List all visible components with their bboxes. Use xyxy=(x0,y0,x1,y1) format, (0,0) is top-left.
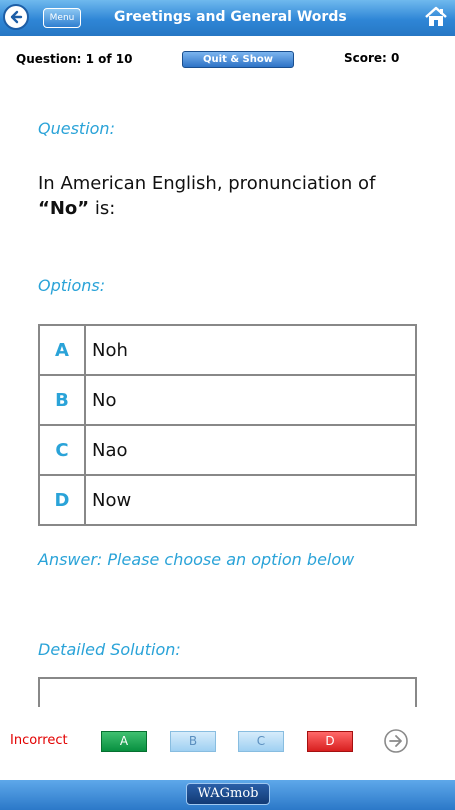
option-row-c[interactable]: C Nao xyxy=(38,424,417,476)
option-text: Nao xyxy=(84,424,417,476)
option-row-b[interactable]: B No xyxy=(38,374,417,426)
option-letter: B xyxy=(38,374,86,426)
answer-prompt: Answer: Please choose an option below xyxy=(38,550,355,569)
back-button[interactable] xyxy=(3,4,29,30)
answer-button-b[interactable]: B xyxy=(170,731,216,752)
footer-bar: WAGmob xyxy=(0,780,455,810)
back-arrow-icon xyxy=(10,10,23,24)
option-letter: D xyxy=(38,474,86,526)
question-counter: Question: 1 of 10 xyxy=(16,52,133,66)
next-arrow-icon[interactable] xyxy=(383,728,409,754)
option-row-a[interactable]: A Noh xyxy=(38,324,417,376)
option-text: No xyxy=(84,374,417,426)
quit-show-report-button[interactable]: Quit & Show Report xyxy=(182,51,294,80)
option-letter: A xyxy=(38,324,86,376)
quiz-info-row: Question: 1 of 10 Quit & Show Report Sco… xyxy=(0,51,455,80)
answer-button-d[interactable]: D xyxy=(307,731,353,752)
home-icon[interactable] xyxy=(424,5,448,29)
score-label: Score: 0 xyxy=(344,51,400,65)
question-heading: Question: xyxy=(38,119,115,138)
detailed-solution-heading: Detailed Solution: xyxy=(38,640,181,659)
page-title: Greetings and General Words xyxy=(114,9,347,25)
option-letter: C xyxy=(38,424,86,476)
question-text-end: is: xyxy=(89,198,116,219)
option-text: Now xyxy=(84,474,417,526)
options-heading: Options: xyxy=(38,276,106,295)
option-row-d[interactable]: D Now xyxy=(38,474,417,526)
menu-button[interactable]: Menu xyxy=(43,8,81,28)
options-table: A Noh B No C Nao D Now xyxy=(38,324,417,526)
detailed-solution-box xyxy=(38,677,417,707)
app-header: Menu Greetings and General Words xyxy=(0,0,455,36)
answer-button-c[interactable]: C xyxy=(238,731,284,752)
question-term: “No” xyxy=(38,198,90,219)
answer-button-a[interactable]: A xyxy=(101,731,147,752)
wagmob-logo[interactable]: WAGmob xyxy=(186,783,270,805)
option-text: Noh xyxy=(84,324,417,376)
question-text: In American English, pronunciation of “N… xyxy=(38,171,418,221)
incorrect-status: Incorrect xyxy=(10,733,68,748)
question-text-start: In American English, pronunciation of xyxy=(38,173,376,194)
